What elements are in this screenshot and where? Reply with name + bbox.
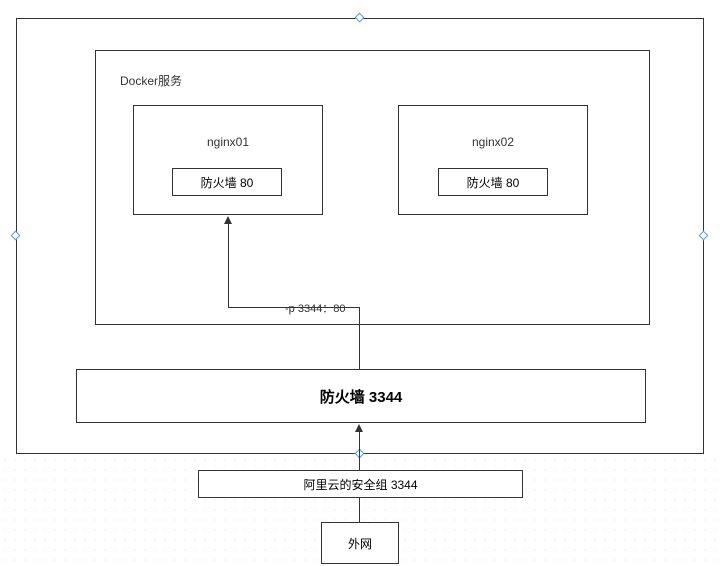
port-mapping-label: -p 3344：80: [285, 300, 346, 316]
nginx01-title: nginx01: [133, 135, 323, 149]
nginx01-box: [133, 105, 323, 215]
host-firewall-box: 防火墙 3344: [76, 369, 646, 423]
arrow-firewall-line: [359, 432, 360, 470]
arrow-docker-head: [224, 216, 232, 224]
nginx01-firewall-box: 防火墙 80: [172, 168, 282, 196]
docker-service-title: Docker服务: [120, 72, 182, 89]
security-group-box: 阿里云的安全组 3344: [198, 470, 523, 498]
nginx02-firewall-box: 防火墙 80: [438, 168, 548, 196]
arrow-docker-seg3: [228, 224, 229, 308]
host-firewall-label: 防火墙 3344: [320, 386, 403, 407]
arrow-docker-seg2: [228, 307, 360, 308]
internet-box: 外网: [321, 522, 399, 564]
internet-label: 外网: [348, 535, 372, 552]
arrow-firewall-head: [355, 424, 363, 432]
nginx02-firewall-label: 防火墙 80: [467, 174, 520, 191]
nginx01-firewall-label: 防火墙 80: [201, 174, 254, 191]
arrow-docker-seg1: [359, 307, 360, 369]
nginx02-title: nginx02: [398, 135, 588, 149]
line-internet: [359, 498, 360, 522]
nginx02-box: [398, 105, 588, 215]
security-group-label: 阿里云的安全组 3344: [303, 476, 417, 493]
